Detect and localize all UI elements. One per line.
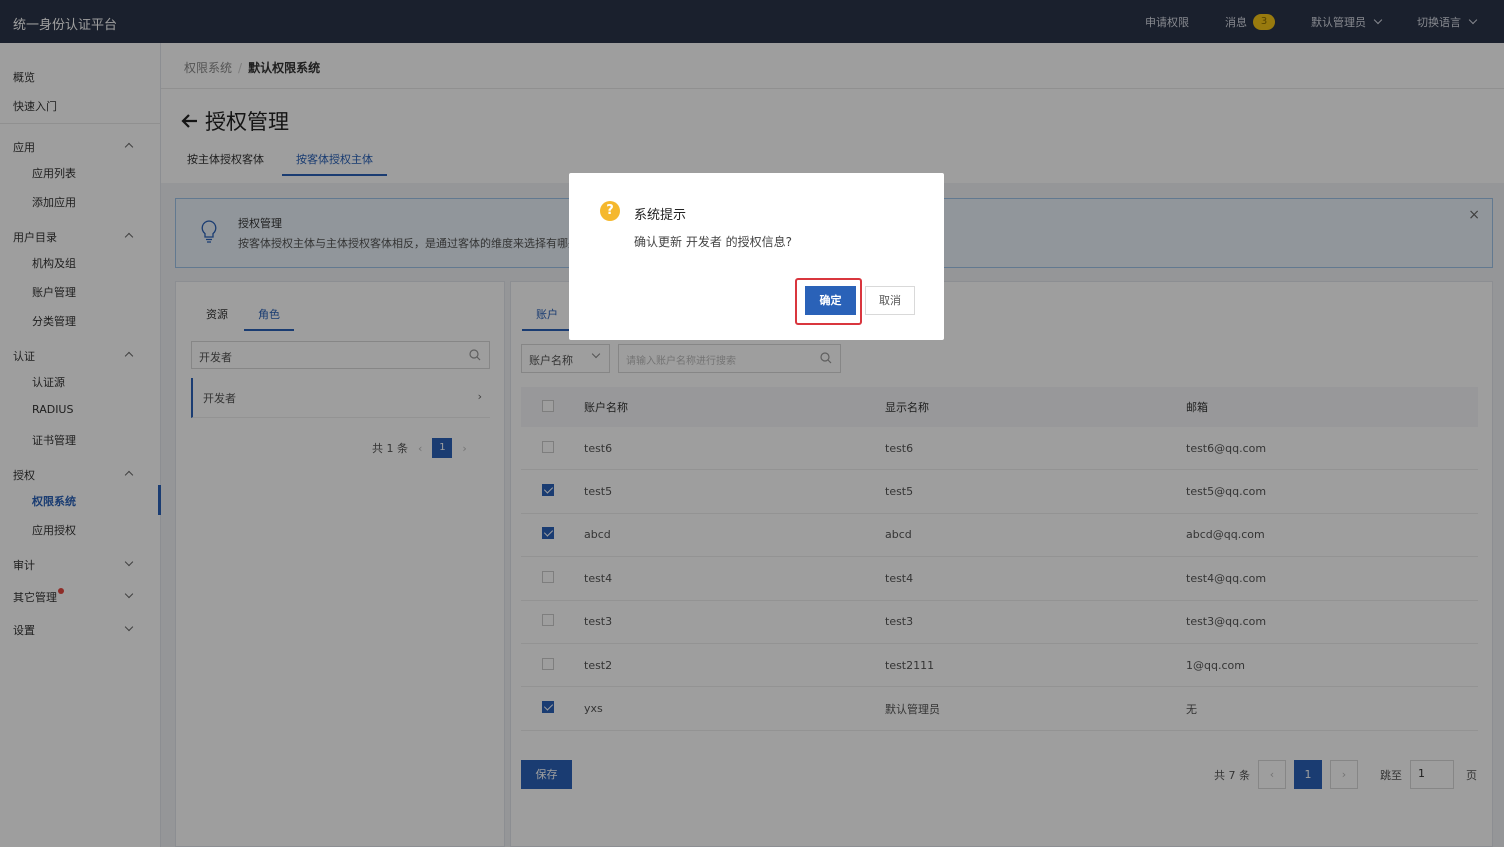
dialog-message: 确认更新 开发者 的授权信息?	[634, 235, 792, 249]
question-icon: ?	[600, 201, 620, 221]
cancel-button[interactable]: 取消	[865, 286, 915, 315]
confirm-dialog: ? 系统提示 确认更新 开发者 的授权信息? 确定 取消	[569, 173, 944, 340]
modal-overlay	[0, 0, 1504, 847]
confirm-button[interactable]: 确定	[805, 286, 856, 315]
dialog-title: 系统提示	[634, 208, 687, 223]
